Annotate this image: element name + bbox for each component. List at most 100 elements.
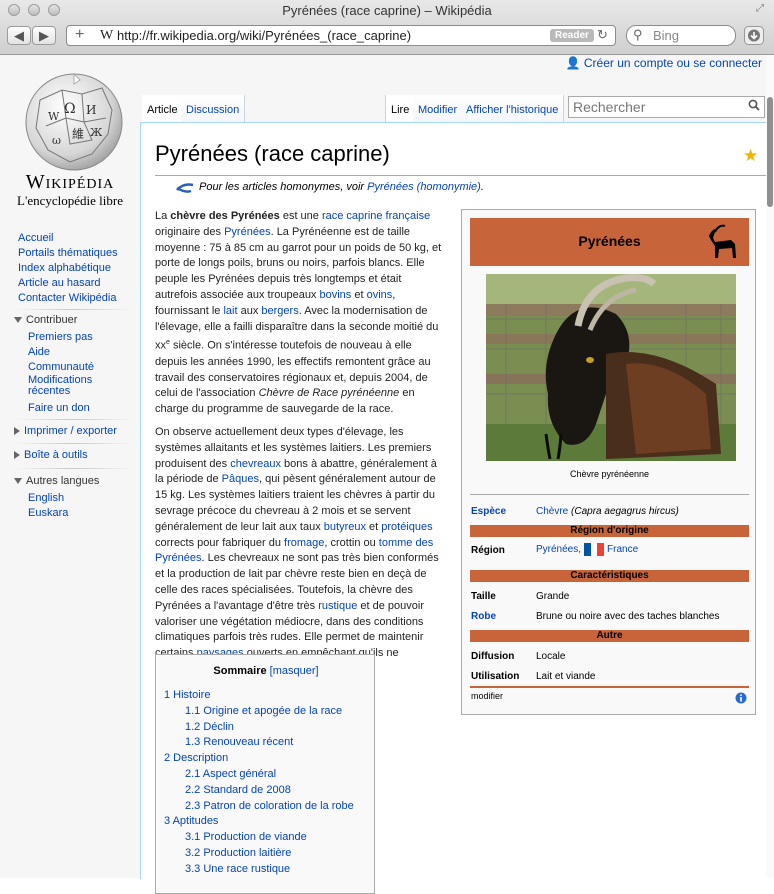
toc-item[interactable]: 2 Description: [164, 752, 228, 764]
infobox: Pyrénées Chèvre pyrénéenne Espèce Chèvre…: [461, 209, 756, 715]
create-account-link[interactable]: Créer un compte ou se connecter: [584, 56, 762, 70]
espece-label[interactable]: Espèce: [471, 506, 506, 517]
link[interactable]: protéiques: [381, 521, 432, 533]
reload-icon[interactable]: ↻: [597, 27, 608, 43]
paragraph-2: On observe actuellement deux types d'éle…: [155, 426, 439, 675]
address-bar[interactable]: + W http://fr.wikipedia.org/wiki/Pyrénée…: [66, 25, 616, 46]
taille-label: Taille: [471, 591, 496, 602]
wiki-search-input[interactable]: Rechercher: [568, 96, 765, 118]
toc-item[interactable]: 3 Aptitudes: [164, 815, 218, 827]
toc-item[interactable]: 1.3 Renouveau récent: [185, 736, 293, 748]
sidebar-item-premiers-pas[interactable]: Premiers pas: [28, 330, 98, 345]
link[interactable]: Pâques: [222, 473, 259, 485]
langues-toggle[interactable]: Autres langues: [14, 475, 99, 487]
contribuer-toggle[interactable]: Contribuer: [14, 314, 77, 326]
sidebar-item-hasard[interactable]: Article au hasard: [18, 276, 118, 291]
article-content: Pyrénées (race caprine) ★ Pour les artic…: [140, 122, 774, 894]
toc-item[interactable]: 3.3 Une race rustique: [185, 863, 290, 875]
sidebar-item-portails[interactable]: Portails thématiques: [18, 246, 118, 261]
window-title: Pyrénées (race caprine) – Wikipédia: [282, 3, 492, 18]
sidebar-item-accueil[interactable]: Accueil: [18, 231, 118, 246]
hatnote-link[interactable]: Pyrénées (homonymie): [367, 181, 481, 193]
infobox-header: Pyrénées: [470, 218, 749, 266]
toc-item[interactable]: 2.2 Standard de 2008: [185, 784, 291, 796]
link[interactable]: butyreux: [324, 521, 366, 533]
add-bookmark-icon[interactable]: +: [75, 26, 84, 44]
toc-item[interactable]: 1.1 Origine et apogée de la race: [185, 705, 342, 717]
sidebar-item-communaute[interactable]: Communauté: [28, 360, 98, 375]
fullscreen-icon[interactable]: ⤢: [756, 3, 764, 14]
hatnote: Pour les articles homonymes, voir Pyréné…: [176, 181, 484, 193]
toc-item[interactable]: 3.2 Production laitière: [185, 847, 291, 859]
tab-article[interactable]: Article: [142, 95, 184, 123]
goat-photo[interactable]: [486, 274, 736, 461]
browser-search-field[interactable]: ⚲ Bing: [626, 25, 736, 46]
lang-euskara[interactable]: Euskara: [28, 506, 68, 521]
sidebar-item-modifications[interactable]: Modifications récentes: [28, 375, 98, 397]
link[interactable]: rustique: [318, 600, 357, 612]
scrollbar[interactable]: [766, 55, 774, 878]
url-text[interactable]: http://fr.wikipedia.org/wiki/Pyrénées_(r…: [117, 28, 411, 43]
scrollbar-thumb[interactable]: [767, 97, 773, 207]
chevron-down-icon: [14, 317, 22, 324]
tab-lire[interactable]: Lire: [385, 95, 416, 123]
link[interactable]: bovins: [320, 289, 352, 301]
outils-toggle[interactable]: Boîte à outils: [14, 449, 88, 461]
toc-item[interactable]: 3.1 Production de viande: [185, 831, 307, 843]
sidebar-item-contact[interactable]: Contacter Wikipédia: [18, 291, 118, 306]
chevron-down-icon: [14, 478, 22, 485]
sidebar-item-aide[interactable]: Aide: [28, 345, 98, 360]
region-link[interactable]: Pyrénées,: [536, 544, 581, 555]
imprimer-toggle[interactable]: Imprimer / exporter: [14, 425, 117, 437]
espece-value: Chèvre (Capra aegagrus hircus): [536, 506, 679, 517]
disambiguation-icon: [176, 183, 194, 193]
hatnote-text: Pour les articles homonymes, voir: [199, 181, 368, 193]
info-icon[interactable]: [735, 692, 747, 704]
espece-link[interactable]: Chèvre: [536, 506, 568, 517]
wikipedia-tagline: L'encyclopédie libre: [17, 193, 123, 208]
link[interactable]: Pyrénées: [224, 226, 270, 238]
link[interactable]: ovins: [367, 289, 393, 301]
search-icon[interactable]: [748, 99, 760, 111]
toc-item[interactable]: 2.3 Patron de coloration de la robe: [185, 800, 354, 812]
sidebar-item-don[interactable]: Faire un don: [28, 401, 98, 416]
toc-toggle[interactable]: [masquer]: [270, 665, 319, 677]
tab-modifier[interactable]: Modifier: [413, 95, 464, 123]
toc-item[interactable]: 1.2 Déclin: [185, 721, 234, 733]
sidebar-divider: [14, 419, 132, 420]
langues-menu: English Euskara: [28, 491, 68, 521]
toc-title: Sommaire: [213, 665, 267, 677]
link[interactable]: chevreaux: [230, 458, 281, 470]
reader-button[interactable]: Reader: [550, 29, 594, 42]
infobox-modifier[interactable]: modifier: [471, 691, 503, 701]
hatnote-suffix: .: [480, 181, 484, 193]
link[interactable]: fromage: [284, 537, 324, 549]
contribuer-menu: Premiers pas Aide Communauté Modificatio…: [28, 330, 98, 416]
link[interactable]: bergers: [261, 305, 298, 317]
wikipedia-favicon: W: [100, 28, 114, 43]
svg-text:Ω: Ω: [64, 101, 76, 117]
link[interactable]: race caprine française: [322, 210, 430, 222]
espece-scientific: (Capra aegagrus hircus): [571, 506, 679, 517]
country-link[interactable]: France: [607, 544, 638, 555]
toc-item[interactable]: 1 Histoire: [164, 689, 210, 701]
tab-historique[interactable]: Afficher l'historique: [461, 95, 565, 123]
goat-silhouette-icon: [709, 224, 736, 258]
link[interactable]: lait: [223, 305, 237, 317]
robe-label[interactable]: Robe: [471, 611, 496, 622]
sidebar-item-index[interactable]: Index alphabétique: [18, 261, 118, 276]
watch-star-icon[interactable]: ★: [743, 146, 758, 166]
downloads-icon[interactable]: [744, 26, 764, 45]
wikipedia-globe-logo[interactable]: Ω И W 維 Ж ω: [22, 70, 126, 179]
toc-item[interactable]: 2.1 Aspect général: [185, 768, 276, 780]
wikipedia-wordmark[interactable]: Wikipédia: [8, 171, 132, 194]
lang-english[interactable]: English: [28, 491, 68, 506]
back-button[interactable]: ◀: [7, 26, 31, 45]
outils-label: Boîte à outils: [24, 449, 88, 461]
robe-value: Brune ou noire avec des taches blanches: [536, 611, 720, 622]
forward-button[interactable]: ▶: [32, 26, 56, 45]
svg-text:Ж: Ж: [90, 126, 103, 139]
title-divider: [155, 175, 767, 176]
tab-discussion[interactable]: Discussion: [181, 95, 246, 123]
chevron-right-icon: [14, 451, 20, 460]
